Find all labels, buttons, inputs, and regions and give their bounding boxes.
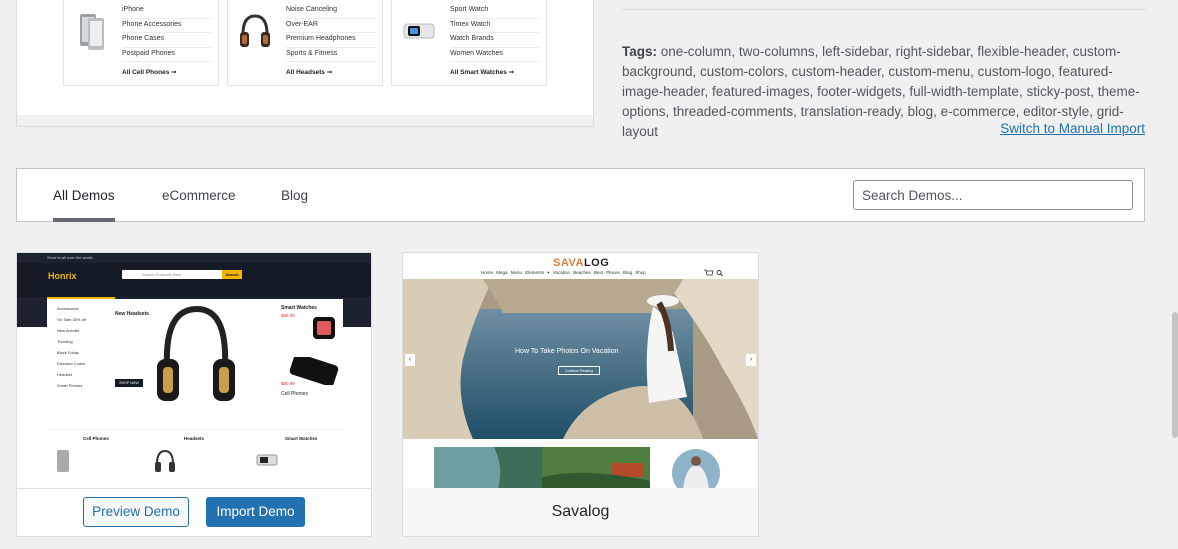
preview-demo-button[interactable]: Preview Demo [83,497,189,527]
sidebar-item: On Sale 30% off [57,317,87,322]
phone-icon [57,450,69,472]
category-box-cell-phones: iPhone Phone Accessories Phone Cases Pos… [63,0,219,86]
theme-preview-card: iPhone Phone Accessories Phone Cases Pos… [16,0,594,127]
demo-name: Savalog [403,488,758,536]
headphones-icon [240,14,270,47]
category-link[interactable]: Over-EAR [286,19,376,33]
site-search-placeholder: Search Products Here [142,272,182,277]
author-avatar [672,449,720,488]
hero-read-button: Continue Reading [558,366,600,375]
demo-filter-bar: All Demos eCommerce Blog [16,168,1145,222]
sidebar-item: Smart Phones [57,383,83,388]
switch-to-manual-import-link[interactable]: Switch to Manual Import [1000,121,1145,136]
category-link[interactable]: Phone Cases [122,33,212,48]
sidebar-item: Accessories [57,306,79,311]
watch-image [313,317,335,339]
site-hero: New Headsets SHOP NOW [111,299,259,419]
demo-card-footer: Preview Demo Import Demo [17,488,371,536]
site-hero-slider: How To Take Photos On Vacation Continue … [403,279,758,439]
demo-card-footer: Savalog [403,488,758,536]
category-box-headsets: Noise Canceling Over-EAR Premium Headpho… [227,0,383,86]
cart-search-icons [704,269,723,277]
bottom-category-title: Cell Phones [83,436,109,441]
post-thumbnails [434,447,650,488]
watch-icon [256,454,278,466]
sidebar-item: Trending [57,339,73,344]
site-topbar: Send to all over the world. [17,253,371,263]
category-link[interactable]: Postpaid Phones [122,48,212,62]
demo-card-honrix: Send to all over the world. Honrix Searc… [16,252,372,537]
category-box-smart-watches: Sport Watch Timex Watch Watch Brands Wom… [391,0,547,86]
hero-title: New Headsets [115,311,149,317]
scrollbar-thumb[interactable] [1172,312,1178,438]
category-link[interactable]: Women Watches [450,48,540,62]
headphones-icon [155,449,175,472]
phone-image [289,357,339,385]
category-list: Sport Watch Timex Watch Watch Brands Wom… [450,4,540,62]
theme-preview-image: iPhone Phone Accessories Phone Cases Pos… [17,0,593,115]
logo-part: LOG [583,257,610,269]
bottom-category-title: Headsets [184,436,205,441]
site-bottom-categories: Cell Phones Headsets Smart Watches [47,429,343,488]
category-link[interactable]: Phone Accessories [122,19,212,33]
promo-price: $80.99 [281,381,295,386]
category-link[interactable]: Noise Canceling [286,4,376,19]
demo-screenshot[interactable]: Send to all over the world. Honrix Searc… [17,253,371,489]
phone-icon [80,14,104,50]
site-sidebar: Accessories On Sale 30% off New Arrivals… [47,303,109,391]
category-list: iPhone Phone Accessories Phone Cases Pos… [122,4,212,62]
tab-blog[interactable]: Blog [281,169,308,221]
headphones-image [157,305,235,401]
sidebar-item: New Arrivals [57,328,80,333]
category-link[interactable]: Sport Watch [450,4,540,19]
logo-part: SAVA [553,257,584,269]
site-logo: SAVALOG [553,257,609,269]
preview-bottom-strip [17,115,593,126]
promo-title: Cell Phones [281,391,308,397]
site-search-button: Search [222,270,242,279]
promo-price: $99.00 [281,313,295,318]
category-link[interactable]: Watch Brands [450,33,540,48]
category-link[interactable]: Sports & Fitness [286,48,376,62]
site-menu: Home Mega Menu Elements ▾ Vacation Beach… [481,270,646,275]
site-header: SAVALOG Home Mega Menu Elements ▾ Vacati… [403,253,758,279]
hero-caption: How To Take Photos On Vacation [515,348,619,355]
sidebar-item: Black Friday [57,350,80,355]
sidebar-item: Discount Codes [57,361,86,366]
demo-card-savalog: SAVALOG Home Mega Menu Elements ▾ Vacati… [402,252,759,537]
slider-next-icon: › [746,354,756,366]
tab-ecommerce[interactable]: eCommerce [162,169,236,221]
divider [622,9,1146,10]
site-promos: Smart Watches $99.00 $80.99 Cell Phones [279,299,343,419]
demo-screenshot[interactable]: SAVALOG Home Mega Menu Elements ▾ Vacati… [403,253,758,489]
category-link[interactable]: Premium Headphones [286,33,376,48]
tags-label: Tags: [622,44,658,59]
hero-shop-button: SHOP NOW [115,379,143,387]
category-list: Noise Canceling Over-EAR Premium Headpho… [286,4,376,62]
import-demo-button[interactable]: Import Demo [206,497,305,527]
all-category-link[interactable]: All Headsets ➞ [286,68,332,76]
all-category-link[interactable]: All Smart Watches ➞ [450,68,514,76]
site-header: Honrix Search Products Here Search [17,263,371,297]
post-thumbnail-images [434,447,650,488]
site-logo: Honrix [48,271,77,281]
slider-prev-icon: ‹ [405,354,415,366]
search-demos-input[interactable] [853,180,1133,210]
all-category-link[interactable]: All Cell Phones ➞ [122,68,177,76]
tab-all-demos[interactable]: All Demos [53,169,115,222]
beach-photo [403,279,758,439]
watch-icon [403,23,435,39]
site-body: Accessories On Sale 30% off New Arrivals… [47,299,343,488]
sidebar-item: Headset [57,372,72,377]
category-link[interactable]: iPhone [122,4,212,19]
bottom-category-title: Smart Watches [285,436,318,441]
category-link[interactable]: Timex Watch [450,19,540,33]
